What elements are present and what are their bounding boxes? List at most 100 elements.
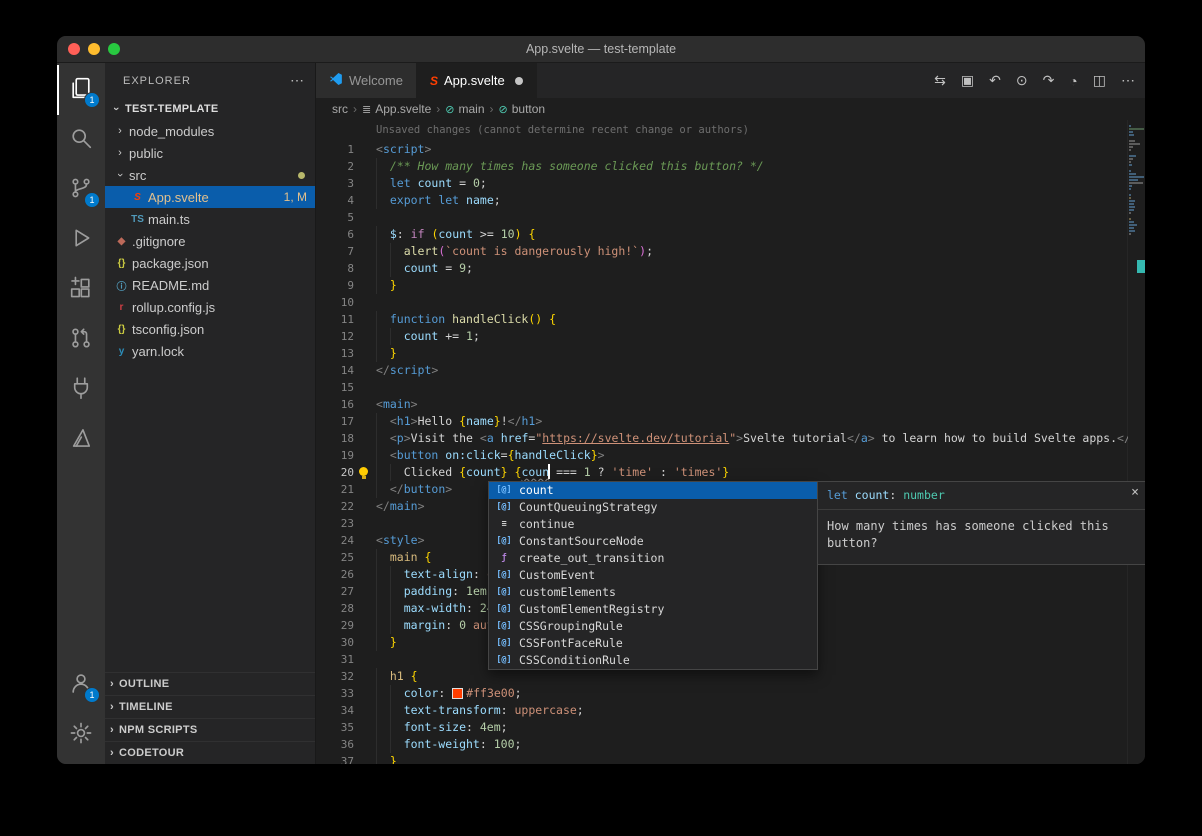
code-line-7[interactable]: 7 alert(`count is dangerously high!`); — [316, 243, 1145, 260]
file-item-main.ts[interactable]: TSmain.ts — [105, 208, 315, 230]
code-line-14[interactable]: 14</script> — [316, 362, 1145, 379]
suggestion-CustomEvent[interactable]: [@]CustomEvent — [489, 567, 817, 584]
folder-item-src[interactable]: ›src — [105, 164, 315, 186]
tab-welcome[interactable]: Welcome — [316, 63, 417, 98]
suggestion-CountQueuingStrategy[interactable]: [@]CountQueuingStrategy — [489, 499, 817, 516]
code-line-6[interactable]: 6 $: if (count >= 10) { — [316, 226, 1145, 243]
sidebar-section-npm-scripts[interactable]: ›NPM SCRIPTS — [105, 718, 315, 741]
title-bar[interactable]: App.svelte — test-template — [57, 36, 1145, 63]
code-editor[interactable]: Unsaved changes (cannot determine recent… — [316, 120, 1145, 764]
activity-item-run-debug[interactable] — [57, 215, 105, 265]
code-line-5[interactable]: 5 — [316, 209, 1145, 226]
code-line-17[interactable]: 17 <h1>Hello {name}!</h1> — [316, 413, 1145, 430]
lightbulb-icon[interactable] — [359, 467, 368, 476]
file-item-yarn.lock[interactable]: yyarn.lock — [105, 340, 315, 362]
suggestion-create_out_transition[interactable]: ƒcreate_out_transition — [489, 550, 817, 567]
code-line-8[interactable]: 8 count = 9; — [316, 260, 1145, 277]
code-line-36[interactable]: 36 font-weight: 100; — [316, 736, 1145, 753]
suggestion-CustomElementRegistry[interactable]: [@]CustomElementRegistry — [489, 601, 817, 618]
suggestion-count[interactable]: [@]count — [489, 482, 817, 499]
file-item-.gitignore[interactable]: ◆.gitignore — [105, 230, 315, 252]
code-line-32[interactable]: 32 h1 { — [316, 668, 1145, 685]
code-token: p — [397, 431, 404, 445]
file-tree: ›node_modules›public›srcSApp.svelte1, MT… — [105, 120, 315, 672]
close-icon[interactable]: × — [1131, 484, 1139, 501]
activity-item-search[interactable] — [57, 115, 105, 165]
code-line-12[interactable]: 12 count += 1; — [316, 328, 1145, 345]
code-line-37[interactable]: 37 } — [316, 753, 1145, 764]
breadcrumb-item-button[interactable]: ⊘button — [499, 102, 546, 116]
breadcrumb-item-app-svelte[interactable]: ≣App.svelte — [362, 102, 431, 116]
line-number: 27 — [316, 583, 354, 600]
folder-item-public[interactable]: ›public — [105, 142, 315, 164]
folder-item-node_modules[interactable]: ›node_modules — [105, 120, 315, 142]
code-line-9[interactable]: 9 } — [316, 277, 1145, 294]
code-line-10[interactable]: 10 — [316, 294, 1145, 311]
activity-item-accounts[interactable]: 1 — [57, 660, 105, 710]
file-item-README.md[interactable]: ⓘREADME.md — [105, 274, 315, 296]
suggestion-continue[interactable]: ≡continue — [489, 516, 817, 533]
code-line-19[interactable]: 19 <button on:click={handleClick}> — [316, 447, 1145, 464]
tab-app-svelte[interactable]: SApp.svelte — [417, 63, 537, 98]
code-line-2[interactable]: 2 /** How many times has someone clicked… — [316, 158, 1145, 175]
activity-item-azure[interactable] — [57, 415, 105, 465]
activity-item-explorer[interactable]: 1 — [57, 65, 105, 115]
code-line-11[interactable]: 11 function handleClick() { — [316, 311, 1145, 328]
suggestion-customElements[interactable]: [@]customElements — [489, 584, 817, 601]
signature-token: let — [827, 488, 848, 502]
file-item-package.json[interactable]: {}package.json — [105, 252, 315, 274]
minimap[interactable] — [1128, 120, 1145, 764]
file-item-rollup.config.js[interactable]: rrollup.config.js — [105, 296, 315, 318]
code-line-35[interactable]: 35 font-size: 4em; — [316, 719, 1145, 736]
activity-item-remote[interactable] — [57, 365, 105, 415]
activity-item-settings[interactable] — [57, 710, 105, 760]
activity-item-source-control[interactable]: 1 — [57, 165, 105, 215]
code-line-3[interactable]: 3 let count = 0; — [316, 175, 1145, 192]
suggestion-ConstantSourceNode[interactable]: [@]ConstantSourceNode — [489, 533, 817, 550]
code-line-1[interactable]: 1<script> — [316, 141, 1145, 158]
code-token: > — [868, 431, 875, 445]
breadcrumb-item-src[interactable]: src — [332, 102, 348, 116]
file-item-App.svelte[interactable]: SApp.svelte1, M — [105, 186, 315, 208]
code-line-4[interactable]: 4 export let name; — [316, 192, 1145, 209]
code-line-13[interactable]: 13 } — [316, 345, 1145, 362]
code-line-20[interactable]: 20 Clicked {count} {coun === 1 ? 'time' … — [316, 464, 1145, 481]
suggestion-CSSFontFaceRule[interactable]: [@]CSSFontFaceRule — [489, 635, 817, 652]
activity-item-github-pr[interactable] — [57, 315, 105, 365]
zoom-window-button[interactable] — [108, 43, 120, 55]
minimize-window-button[interactable] — [88, 43, 100, 55]
more-actions-icon[interactable]: ⋯ — [1121, 72, 1135, 89]
file-item-tsconfig.json[interactable]: {}tsconfig.json — [105, 318, 315, 340]
close-window-button[interactable] — [68, 43, 80, 55]
sidebar-more-actions-icon[interactable]: ⋯ — [290, 72, 305, 89]
code-line-33[interactable]: 33 color: #ff3e00; — [316, 685, 1145, 702]
code-line-18[interactable]: 18 <p>Visit the <a href="https://svelte.… — [316, 430, 1145, 447]
window-title: App.svelte — test-template — [526, 42, 676, 56]
sidebar-section-codetour[interactable]: ›CODETOUR — [105, 741, 315, 764]
code-token: main — [390, 499, 418, 513]
suggestion-CSSConditionRule[interactable]: [@]CSSConditionRule — [489, 652, 817, 669]
minimap-line — [1129, 188, 1131, 190]
file-history-icon[interactable]: ◔ — [1069, 73, 1077, 89]
sidebar-section-outline[interactable]: ›OUTLINE — [105, 672, 315, 695]
go-back-icon[interactable]: ↶ — [989, 72, 1001, 89]
breadcrumb-item-main[interactable]: ⊘main — [445, 102, 484, 116]
split-editor-icon[interactable]: ◫ — [1093, 72, 1106, 89]
go-forward-icon[interactable]: ↷ — [1043, 72, 1055, 89]
code-token: script — [383, 142, 425, 156]
code-token: main — [383, 397, 411, 411]
suggestion-CSSGroupingRule[interactable]: [@]CSSGroupingRule — [489, 618, 817, 635]
sidebar-section-timeline[interactable]: ›TIMELINE — [105, 695, 315, 718]
extensions-icon — [69, 276, 93, 305]
badge: 1 — [84, 687, 100, 703]
gitlens-blame-icon[interactable]: ⊙ — [1016, 72, 1028, 89]
gitlens-compare-icon[interactable]: ⇆ — [934, 72, 946, 89]
breadcrumb: src›≣App.svelte›⊘main›⊘button — [316, 98, 1145, 120]
code-line-15[interactable]: 15 — [316, 379, 1145, 396]
code-line-34[interactable]: 34 text-transform: uppercase; — [316, 702, 1145, 719]
open-changes-icon[interactable]: ▣ — [961, 72, 974, 89]
activity-item-extensions[interactable] — [57, 265, 105, 315]
workspace-section-header[interactable]: › TEST-TEMPLATE — [105, 98, 315, 120]
minimap-line — [1129, 149, 1131, 151]
code-line-16[interactable]: 16<main> — [316, 396, 1145, 413]
